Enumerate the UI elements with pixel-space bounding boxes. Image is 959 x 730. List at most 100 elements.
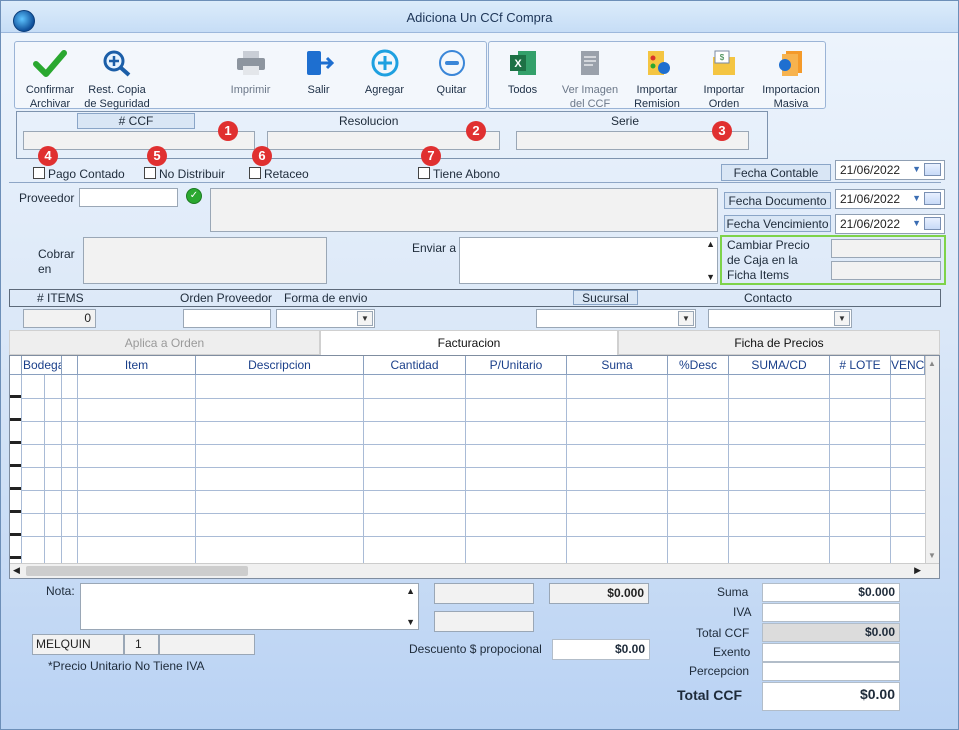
enviar-a-label: Enviar a [412,241,457,255]
quitar-button[interactable]: Quitar [424,49,479,97]
svg-text:X: X [514,58,522,70]
tab-facturacion[interactable]: Facturacion [320,330,618,355]
col-item[interactable]: Item [78,356,196,375]
fecha-vencimiento-label: Fecha Vencimiento [724,215,831,232]
todos-button[interactable]: X Todos [495,49,550,97]
ccf-label: # CCF [77,113,195,129]
contacto-dropdown[interactable]: ▼ [708,309,852,328]
scroll-down-icon[interactable]: ▼ [706,272,715,282]
fecha-contable-picker[interactable]: 21/06/2022 ▼ [835,160,945,180]
divider [9,182,941,183]
grid-line [363,375,364,563]
scrollbar-thumb[interactable] [26,566,248,576]
grid-line [829,375,830,563]
printer-icon [236,51,265,75]
grid-line [566,375,567,563]
cambiar-precio-label: Cambiar Precio de Caja en la Ficha Items [727,238,810,282]
importar-orden-button[interactable]: $ Importar Orden [695,49,753,111]
items-count-label: # ITEMS [37,291,84,305]
col-lote[interactable]: # LOTE [830,356,891,375]
items-grid[interactable]: Bodega Item Descripcion Cantidad P/Unita… [9,355,940,579]
cambiar-precio-field-2[interactable] [831,261,941,280]
orden-proveedor-input[interactable] [183,309,271,328]
col-venc[interactable]: VENC [891,356,925,375]
col-desc[interactable]: %Desc [668,356,729,375]
agregar-button[interactable]: Agregar [357,49,412,97]
mass-import-icon [779,51,802,76]
proveedor-label: Proveedor [19,191,75,205]
iva-value [762,603,900,622]
vertical-scrollbar[interactable]: ▲ ▼ [925,356,939,563]
calendar-icon [924,163,941,176]
table-row [10,444,925,445]
cobrar-en-field[interactable] [83,237,327,284]
sucursal-dropdown[interactable]: ▼ [536,309,696,328]
check-circle-icon[interactable]: ✓ [186,188,202,204]
scroll-right-icon[interactable]: ▶ [914,565,921,576]
horizontal-scrollbar[interactable]: ◀ ▶ [10,563,939,578]
pago-contado-checkbox[interactable] [33,167,45,179]
col-empty [62,356,78,375]
grid-line [77,375,78,563]
tab-ficha-precios[interactable]: Ficha de Precios [618,330,940,355]
confirmar-archivar-button[interactable]: Confirmar Archivar [19,49,81,111]
retaceo-label: Retaceo [264,167,309,181]
col-cantidad[interactable]: Cantidad [364,356,466,375]
forma-envio-dropdown[interactable]: ▼ [276,309,375,328]
fecha-documento-picker[interactable]: 21/06/2022 ▼ [835,189,945,209]
calendar-icon [924,192,941,205]
import-list-icon [648,51,670,75]
col-suma-cd[interactable]: SUMA/CD [729,356,830,375]
col-suma[interactable]: Suma [567,356,668,375]
table-row [10,467,925,468]
percepcion-label: Percepcion [689,664,750,678]
fecha-documento-value: 21/06/2022 [840,192,901,206]
col-descripcion[interactable]: Descripcion [196,356,364,375]
add-circle-icon [371,49,398,77]
exento-label: Exento [713,645,751,659]
scroll-up-icon[interactable]: ▲ [406,586,415,596]
resolucion-input[interactable] [267,131,500,150]
orden-proveedor-label: Orden Proveedor [180,291,273,305]
rest-copia-button[interactable]: Rest. Copia de Seguridad [81,49,153,111]
iva-note: *Precio Unitario No Tiene IVA [48,659,205,673]
table-row [10,398,925,399]
ver-imagen-button[interactable]: Ver Imagen del CCF [557,49,623,111]
grid-line [61,375,62,563]
scroll-left-icon[interactable]: ◀ [13,565,20,576]
no-distribuir-label: No Distribuir [159,167,226,181]
scroll-down-icon[interactable]: ▼ [928,551,936,560]
proveedor-name-field [210,188,718,232]
fecha-contable-value: 21/06/2022 [840,163,901,177]
table-row [10,421,925,422]
callout-badge-7: 7 [421,146,441,166]
col-bodega[interactable]: Bodega [22,356,62,375]
importacion-masiva-button[interactable]: Importacion Masiva [759,49,823,111]
iva-label: IVA [733,605,752,619]
enviar-a-textarea[interactable]: ▲ ▼ [459,237,718,284]
retaceo-checkbox[interactable] [249,167,261,179]
scroll-up-icon[interactable]: ▲ [928,359,936,368]
user-number-field: 1 [124,634,159,655]
callout-badge-2: 2 [466,121,486,141]
imprimir-button[interactable]: Imprimir [223,49,278,97]
tiene-abono-checkbox[interactable] [418,167,430,179]
salir-button[interactable]: Salir [291,49,346,97]
scroll-down-icon[interactable]: ▼ [406,617,415,627]
no-distribuir-checkbox[interactable] [144,167,156,179]
tab-aplica-orden[interactable]: Aplica a Orden [9,330,320,355]
importar-remision-button[interactable]: Importar Remision [628,49,686,111]
scroll-up-icon[interactable]: ▲ [706,239,715,249]
table-row [10,513,925,514]
fecha-vencimiento-picker[interactable]: 21/06/2022 ▼ [835,214,945,234]
grid-line [728,375,729,563]
callout-badge-4: 4 [38,146,58,166]
col-p-unitario[interactable]: P/Unitario [466,356,567,375]
magnifier-plus-icon [103,50,131,77]
title-bar: Adiciona Un CCf Compra [1,1,958,33]
proveedor-code-input[interactable] [79,188,178,207]
nota-textarea[interactable]: ▲ ▼ [80,583,419,630]
cambiar-precio-field-1[interactable] [831,239,941,258]
fecha-contable-label: Fecha Contable [721,164,831,181]
window-title: Adiciona Un CCf Compra [406,10,553,25]
